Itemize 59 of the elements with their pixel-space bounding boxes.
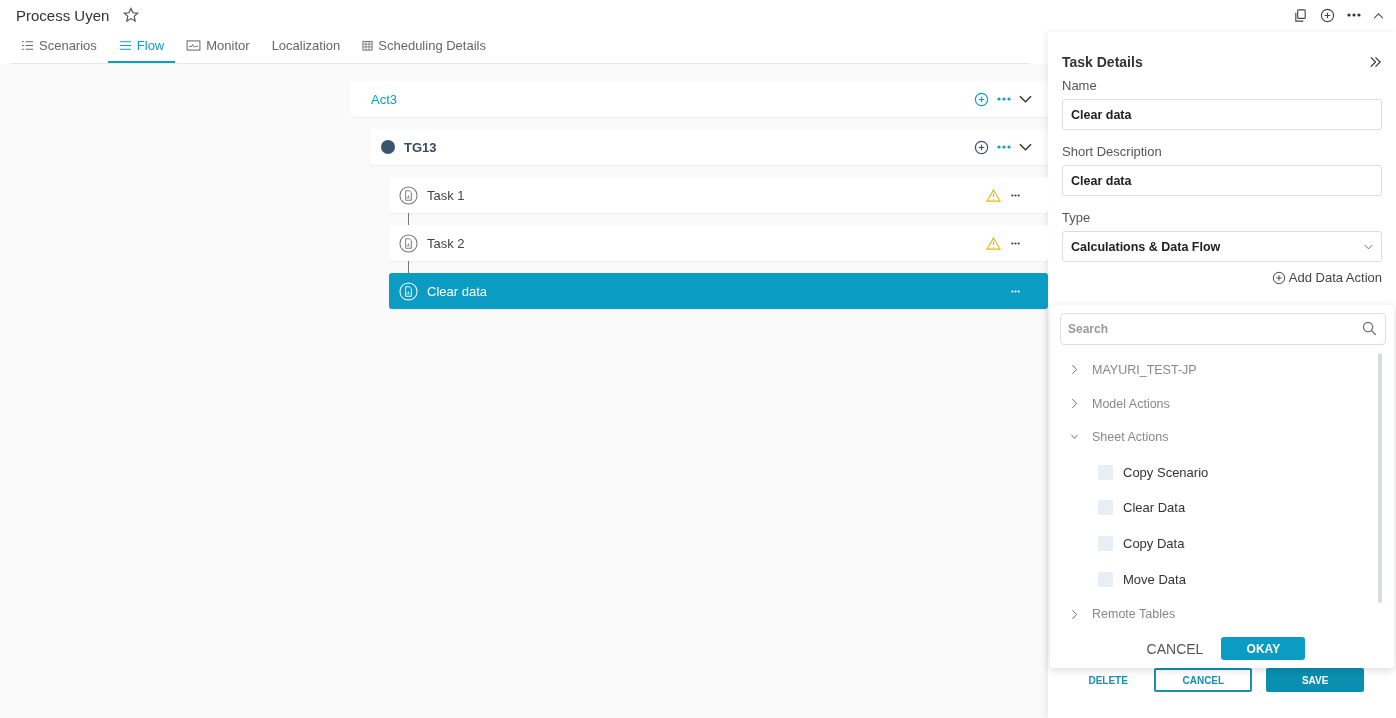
add-circle-icon[interactable] (1320, 7, 1335, 23)
document-icon (399, 233, 418, 253)
monitor-icon (186, 40, 202, 51)
add-circle-icon (1271, 270, 1286, 285)
list-icon (21, 40, 34, 51)
okay-button[interactable]: OKAY (1221, 637, 1306, 660)
tree-group-label[interactable]: MAYURI_TEST-JP (1092, 362, 1197, 377)
activity-label: Act3 (371, 91, 397, 107)
document-icon (399, 185, 418, 205)
scrollbar[interactable] (1378, 353, 1382, 603)
field-label: Short Description (1062, 144, 1163, 159)
tab[interactable]: Monitor (175, 30, 261, 63)
more-icon[interactable] (1011, 241, 1020, 245)
task-label: Task 1 (427, 187, 465, 203)
copy-icon[interactable] (1293, 7, 1308, 23)
delete-button[interactable]: DELETE (1076, 668, 1141, 692)
action-label: Move Data (1123, 571, 1186, 587)
chevron-icon (1364, 243, 1373, 250)
task-row[interactable]: Task 2 (389, 225, 1048, 261)
double-chevron-icon[interactable] (1369, 56, 1382, 68)
action-label: Copy Scenario (1123, 464, 1209, 480)
text-field[interactable]: Clear data (1062, 165, 1382, 196)
chevron-icon[interactable] (1019, 143, 1032, 151)
panel-title: Task Details (1062, 54, 1143, 70)
page-title: Process Uyen (16, 6, 110, 24)
activity-row[interactable]: Act3 (350, 81, 1048, 117)
task-row[interactable]: Task 1 (389, 177, 1048, 213)
action-label: Copy Data (1123, 536, 1185, 552)
save-button[interactable]: SAVE (1266, 668, 1364, 692)
text-field[interactable]: Clear data (1062, 99, 1382, 130)
document-icon (399, 281, 418, 301)
search-icon[interactable] (1362, 321, 1377, 336)
tree-group-label[interactable]: Sheet Actions (1092, 430, 1169, 445)
tab[interactable]: Scheduling Details (351, 30, 497, 63)
add-data-action-link[interactable]: Add Data Action (1271, 270, 1382, 285)
tree-group-label[interactable]: Model Actions (1092, 396, 1170, 411)
calendar-icon (362, 40, 374, 51)
cancel-button[interactable]: CANCEL (1140, 637, 1210, 660)
search-field[interactable]: Search (1060, 313, 1386, 345)
task-group-label: TG13 (404, 139, 437, 155)
add-circle-icon[interactable] (974, 139, 989, 155)
tree-group-label[interactable]: Remote Tables (1092, 607, 1176, 622)
field-label: Type (1062, 210, 1092, 225)
action-label: Clear Data (1123, 500, 1186, 516)
task-group-row[interactable]: TG13 (370, 129, 1048, 165)
tab[interactable]: Scenarios (10, 30, 108, 63)
more-icon[interactable] (1347, 13, 1361, 17)
star-icon[interactable] (123, 7, 140, 23)
chevron-icon[interactable] (1019, 95, 1032, 103)
lines-icon (118, 40, 132, 51)
tab[interactable]: Localization (260, 30, 352, 63)
collapse-icon[interactable] (1373, 11, 1384, 19)
type-dropdown[interactable]: Calculations & Data Flow (1062, 231, 1382, 262)
field-label: Name (1062, 78, 1098, 93)
task-row[interactable]: Clear data (389, 273, 1048, 309)
cancel-button[interactable]: CANCEL (1154, 668, 1253, 692)
more-icon[interactable] (1011, 193, 1020, 197)
task-label: Task 2 (427, 235, 465, 251)
task-label: Clear data (427, 283, 487, 299)
